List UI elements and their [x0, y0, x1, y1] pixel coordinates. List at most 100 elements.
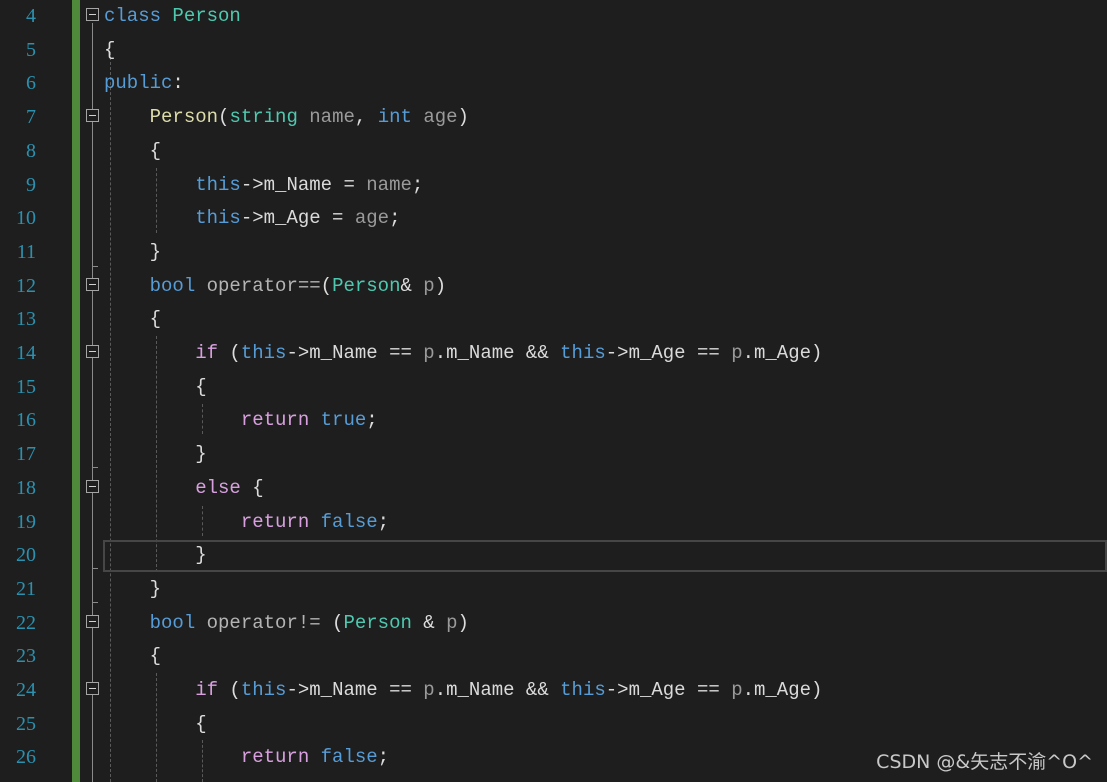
code-line[interactable]: 20 }: [0, 538, 1107, 572]
code-token: (: [320, 274, 333, 297]
code-token: ,: [354, 106, 378, 129]
code-line[interactable]: 10 this->m_Age = age;: [0, 201, 1107, 235]
code-token: p: [731, 679, 743, 701]
code-token: age: [354, 207, 390, 230]
code-token: class: [104, 5, 162, 27]
code-line[interactable]: 4 class Person: [0, 0, 1107, 33]
code-token: false: [320, 510, 378, 533]
code-text: else {: [104, 471, 264, 505]
code-token: .: [434, 679, 447, 701]
code-line[interactable]: 8 {: [0, 134, 1107, 168]
code-token: m_Name: [446, 342, 515, 364]
code-token: p: [423, 342, 435, 364]
code-text: }: [104, 572, 161, 606]
code-line[interactable]: 15 {: [0, 370, 1107, 404]
code-line[interactable]: 19 return false;: [0, 505, 1107, 539]
code-token: {: [104, 712, 207, 735]
code-text: return true;: [104, 403, 378, 437]
code-line[interactable]: 18 else {: [0, 471, 1107, 505]
code-token: this: [560, 679, 606, 701]
code-token: m_Name: [446, 679, 515, 701]
code-token: Person: [343, 611, 412, 634]
code-token: if: [195, 342, 219, 364]
code-line[interactable]: 5{: [0, 33, 1107, 67]
code-line[interactable]: 23 {: [0, 639, 1107, 673]
code-token: m_Age: [754, 679, 812, 701]
code-line[interactable]: 16 return true;: [0, 403, 1107, 437]
code-line[interactable]: 25 {: [0, 707, 1107, 741]
code-token: ): [811, 342, 823, 364]
line-number: 24: [16, 679, 36, 701]
code-token: m_Age: [754, 342, 812, 364]
code-text: bool operator==(Person& p): [104, 269, 447, 303]
code-line[interactable]: 13 {: [0, 302, 1107, 336]
code-line[interactable]: 7 Person(string name, int age): [0, 100, 1107, 134]
code-text: {: [104, 33, 115, 67]
code-token: m_Age: [628, 342, 686, 364]
line-number: 6: [26, 72, 36, 95]
code-line[interactable]: 14 if (this->m_Name == p.m_Name && this-…: [0, 336, 1107, 370]
code-line[interactable]: 17 }: [0, 437, 1107, 471]
code-token: ): [434, 274, 447, 297]
code-text: public:: [104, 66, 184, 100]
code-token: {: [104, 139, 162, 162]
line-number: 12: [16, 274, 36, 297]
code-token: Person: [332, 274, 401, 297]
code-token: &: [400, 274, 424, 297]
code-token: m_Age: [263, 207, 321, 230]
code-token: public: [104, 72, 173, 95]
code-token: }: [104, 577, 162, 600]
code-token: bool: [149, 274, 196, 297]
code-line[interactable]: 12 bool operator==(Person& p): [0, 269, 1107, 303]
code-token: m_Name: [263, 173, 333, 196]
line-number: 16: [16, 409, 36, 432]
line-number: 5: [26, 38, 36, 61]
code-token: {: [104, 645, 162, 668]
line-number: 26: [16, 746, 36, 769]
line-number: 13: [16, 308, 36, 331]
code-text: if (this->m_Name == p.m_Name && this->m_…: [104, 336, 822, 370]
code-token: :: [172, 72, 184, 95]
code-token: Person: [172, 5, 241, 27]
code-line[interactable]: 21 }: [0, 572, 1107, 606]
code-token: ==: [685, 342, 732, 364]
code-token: (: [218, 342, 241, 364]
code-token: operator!=: [206, 611, 321, 634]
code-token: true: [320, 409, 367, 432]
code-token: .: [434, 342, 447, 364]
code-text: class Person: [104, 0, 241, 33]
code-token: ->: [240, 173, 264, 196]
code-line[interactable]: 24 if (this->m_Name == p.m_Name && this-…: [0, 673, 1107, 707]
code-token: &&: [514, 679, 561, 701]
code-token: (: [320, 611, 344, 634]
code-token: name: [366, 173, 412, 196]
code-line[interactable]: 11 }: [0, 235, 1107, 269]
code-token: ->: [240, 207, 264, 230]
code-line[interactable]: 22 bool operator!= (Person & p): [0, 606, 1107, 640]
line-number: 21: [16, 577, 36, 600]
code-token: return: [240, 746, 310, 769]
code-token: }: [104, 240, 162, 263]
line-number: 18: [16, 476, 36, 499]
code-line[interactable]: 6 public:: [0, 66, 1107, 100]
code-text: this->m_Age = age;: [104, 201, 400, 235]
code-text: if (this->m_Name == p.m_Name && this->m_…: [104, 673, 822, 707]
code-token: {: [240, 476, 264, 499]
code-editor[interactable]: 4 class Person 5{6 public: 7 Person(string n…: [0, 0, 1107, 782]
line-number: 8: [26, 139, 36, 162]
line-number: 19: [16, 510, 36, 533]
code-text: }: [104, 437, 206, 471]
code-token: ): [457, 106, 469, 129]
code-token: {: [104, 375, 207, 398]
line-number: 10: [16, 207, 36, 230]
code-line[interactable]: 9 this->m_Name = name;: [0, 168, 1107, 202]
